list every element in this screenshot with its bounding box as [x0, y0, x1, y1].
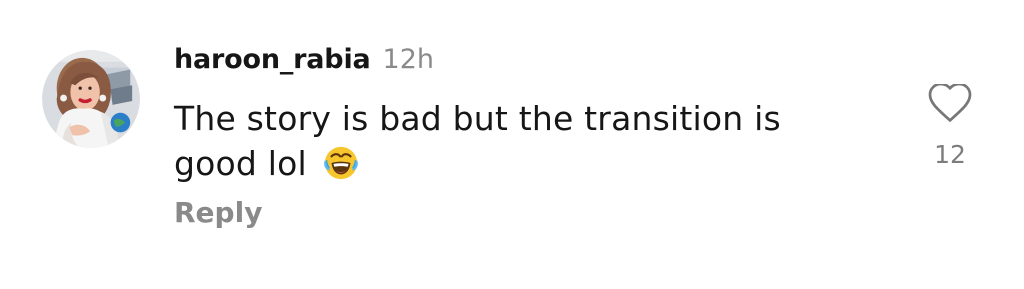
avatar[interactable] — [42, 50, 140, 148]
username[interactable]: haroon_rabia — [174, 44, 371, 75]
reply-button[interactable]: Reply — [174, 196, 262, 229]
timestamp: 12h — [382, 44, 434, 75]
comment-body: The story is bad but the transition is g… — [174, 96, 874, 186]
heart-outline-icon[interactable] — [928, 84, 972, 124]
comment-header: haroon_rabia 12h — [174, 44, 434, 75]
comment-text: The story is bad but the transition is g… — [174, 99, 781, 183]
face-with-tears-of-joy-icon — [322, 144, 360, 182]
like-count: 12 — [934, 140, 966, 169]
comment-item: haroon_rabia 12h The story is bad but th… — [0, 0, 1024, 289]
like-area: 12 — [922, 84, 978, 169]
